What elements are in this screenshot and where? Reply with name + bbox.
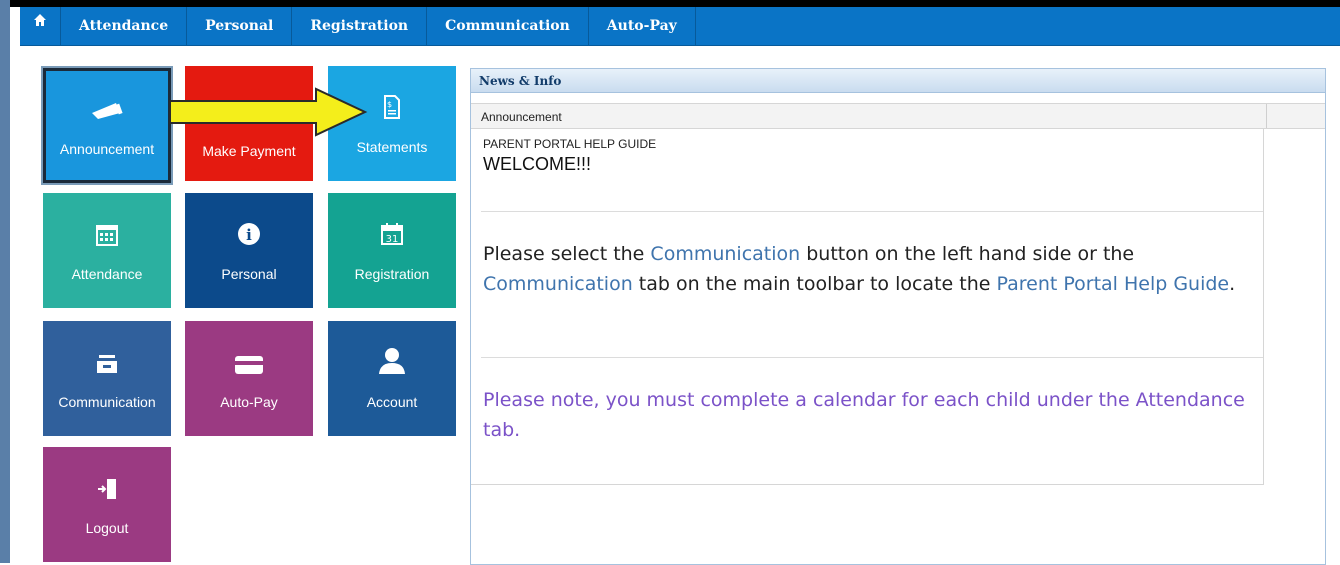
tile-account[interactable]: Account bbox=[328, 321, 456, 436]
tile-label: Make Payment bbox=[202, 142, 296, 159]
help-guide-link[interactable]: Parent Portal Help Guide bbox=[996, 273, 1229, 295]
tile-label: Communication bbox=[58, 393, 156, 410]
attendance-note: Please note, you must complete a calenda… bbox=[483, 389, 1245, 441]
help-instructions: Please select the Communication button o… bbox=[483, 239, 1253, 299]
text: button on the left hand side or the bbox=[800, 243, 1135, 265]
text: Please select the bbox=[483, 243, 651, 265]
info-icon: i bbox=[237, 220, 261, 246]
document-dollar-icon: $ bbox=[383, 93, 401, 119]
help-guide-title: PARENT PORTAL HELP GUIDE bbox=[483, 137, 657, 151]
column-separator bbox=[1266, 104, 1267, 128]
inbox-icon bbox=[96, 348, 118, 374]
tile-label: Attendance bbox=[71, 265, 143, 282]
credit-card-icon bbox=[235, 348, 263, 374]
tile-label: Registration bbox=[354, 265, 430, 282]
calendar-31-icon: 31 bbox=[380, 220, 404, 246]
tile-label: Personal bbox=[221, 265, 277, 282]
megaphone-icon bbox=[90, 95, 124, 121]
annotation-arrow bbox=[169, 87, 368, 137]
tile-communication[interactable]: Communication bbox=[43, 321, 171, 436]
svg-text:i: i bbox=[246, 226, 252, 244]
logout-door-icon bbox=[96, 474, 118, 500]
tile-label: Statements bbox=[356, 138, 428, 155]
top-window-strip bbox=[10, 0, 1340, 7]
tile-personal[interactable]: i Personal bbox=[185, 193, 313, 308]
nav-attendance[interactable]: Attendance bbox=[61, 7, 188, 45]
tile-label: Auto-Pay bbox=[220, 393, 278, 410]
nav-auto-pay[interactable]: Auto-Pay bbox=[589, 7, 696, 45]
calendar-grid-icon bbox=[96, 220, 118, 246]
tile-registration[interactable]: 31 Registration bbox=[328, 193, 456, 308]
left-edge-bar bbox=[0, 0, 10, 563]
main-toolbar: Attendance Personal Registration Communi… bbox=[20, 7, 1340, 46]
news-info-panel: News & Info Announcement PARENT PORTAL H… bbox=[470, 68, 1326, 565]
svg-text:$: $ bbox=[387, 100, 392, 109]
nav-home[interactable] bbox=[20, 7, 61, 45]
nav-personal[interactable]: Personal bbox=[187, 7, 293, 45]
tile-attendance[interactable]: Attendance bbox=[43, 193, 171, 308]
tile-logout[interactable]: Logout bbox=[43, 447, 171, 562]
announcement-content: PARENT PORTAL HELP GUIDE WELCOME!!! Plea… bbox=[471, 129, 1264, 485]
text: . bbox=[1229, 273, 1236, 295]
communication-link[interactable]: Communication bbox=[650, 243, 800, 265]
panel-title: News & Info bbox=[471, 69, 1325, 93]
announcement-column-header[interactable]: Announcement bbox=[471, 103, 1325, 129]
divider bbox=[481, 357, 1263, 358]
tile-label: Logout bbox=[85, 519, 129, 536]
column-header-label: Announcement bbox=[481, 110, 562, 124]
nav-communication[interactable]: Communication bbox=[427, 7, 589, 45]
communication-tab-link[interactable]: Communication bbox=[483, 273, 633, 295]
welcome-heading: WELCOME!!! bbox=[483, 154, 592, 174]
tile-auto-pay[interactable]: Auto-Pay bbox=[185, 321, 313, 436]
home-icon bbox=[34, 14, 46, 26]
text: tab on the main toolbar to locate the bbox=[632, 273, 997, 295]
svg-text:31: 31 bbox=[386, 234, 399, 245]
tile-label: Account bbox=[366, 393, 418, 410]
user-icon bbox=[378, 347, 406, 374]
tile-label: Announcement bbox=[59, 140, 155, 157]
tile-announcement[interactable]: Announcement bbox=[43, 68, 171, 183]
divider bbox=[481, 211, 1263, 212]
nav-registration[interactable]: Registration bbox=[292, 7, 428, 45]
